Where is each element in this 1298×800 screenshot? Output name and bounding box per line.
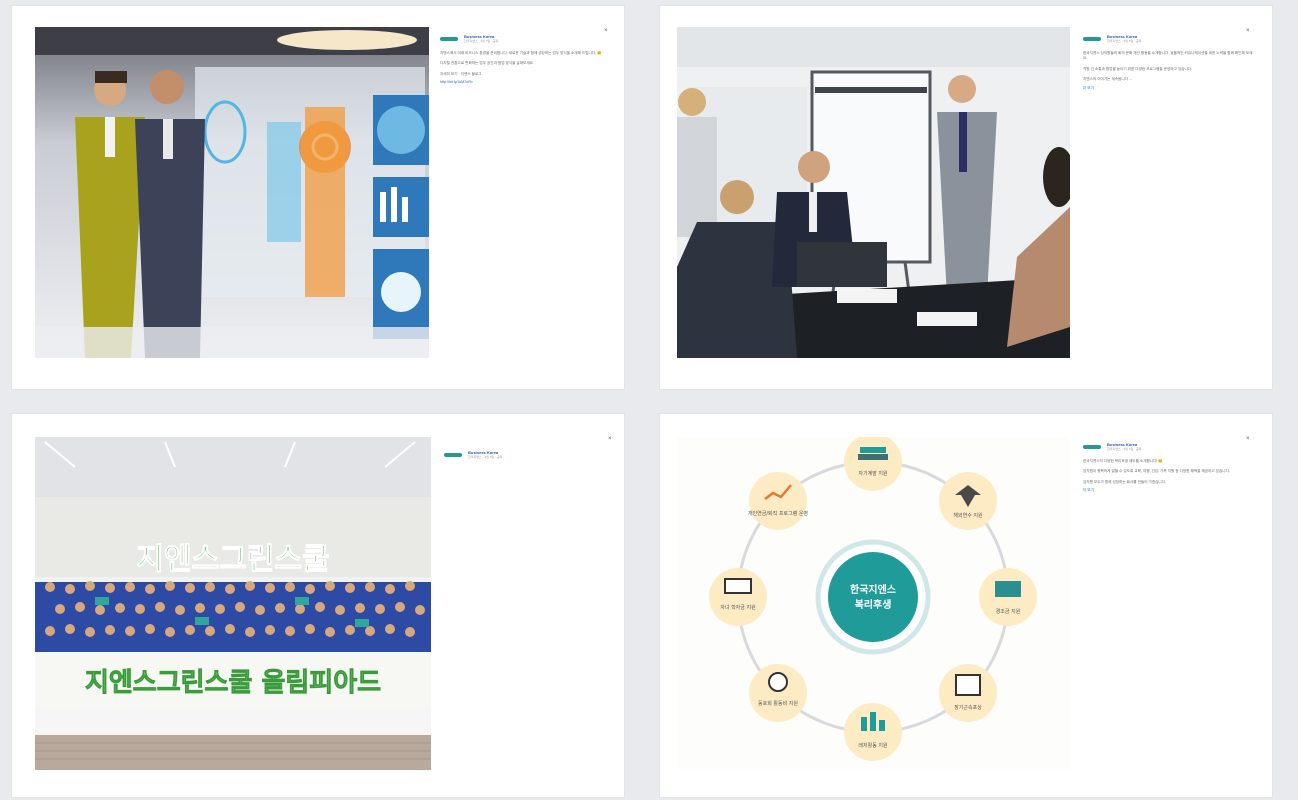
close-icon[interactable]: × [1246,436,1250,442]
post-sidebar: Business Korea 한국지엔스 · 3월 3일 · 공유 [444,450,614,459]
node-label: 해외연수 지원 [953,512,983,519]
close-icon[interactable]: × [1246,28,1250,34]
banner-bottom-text: 지엔스그린스쿨 올림피아드 [85,668,381,698]
post-text: 임직원이 행복하게 일할 수 있도록 교육, 여행, 건강, 가족 지원 등 다… [1083,469,1230,474]
post-meta: 한국지엔스 · 3월 3일 · 공유 [468,455,503,459]
see-more-link[interactable]: 더 보기 [1083,488,1253,493]
post-card-4: 한국지엔스 복리후생 자기계발 지원 해외연수 지원 경조금 지원 장기근속포상… [660,414,1272,797]
post-header: Business Korea 한국지엔스 · 3월 3일 · 공유 [444,450,614,459]
brand-logo [1083,445,1101,449]
welfare-node-self-development: 자기계발 지원 [844,437,902,491]
welfare-node-leisure: 레저활동 지원 [844,703,902,761]
node-label: 동호회 활동비 지원 [758,700,798,707]
post-text: 디지털 전환으로 변화하는 업무 공간과 협업 방식을 살펴보세요. [440,61,534,66]
brand-logo [440,37,458,41]
post-meta: 한국지엔스 · 3월 7일 · 공유 [464,39,499,43]
center-label-line1: 한국지엔스 [850,583,896,596]
welfare-node-tuition: 자녀 학자금 지원 [709,568,767,626]
illustration [35,27,429,358]
brand-logo [1083,37,1101,41]
welfare-diagram: 한국지엔스 복리후생 자기계발 지원 해외연수 지원 경조금 지원 장기근속포상… [709,437,1037,761]
post-meta: 한국지엔스 · 3월 1일 · 공유 [1107,447,1142,451]
center-hub [828,552,918,642]
post-card-2: Business Korea 한국지엔스 · 3월 5일 · 공유 한국지엔스 … [660,6,1272,389]
sports-icon [768,672,788,692]
welfare-node-long-service: 장기근속포상 [939,664,997,722]
money-icon [995,581,1021,597]
post-header: Business Korea 한국지엔스 · 3월 5일 · 공유 [1083,34,1253,43]
node-label: 개인연금/퇴직 프로그램 운영 [748,510,808,517]
post-text: 임직원 모두가 함께 성장하는 회사를 만들어 가겠습니다. [1083,479,1167,484]
post-text: 자세히 보기 · 지엔스 블로그 [440,71,482,76]
post-sidebar: Business Korea 한국지엔스 · 3월 1일 · 공유 한국지엔스의… [1083,442,1253,493]
close-icon[interactable]: × [604,28,608,34]
brand-logo [444,453,462,457]
post-text: 한국지엔스의 다양한 복리후생 제도를 소개합니다! 😊 [1083,459,1163,463]
post-sidebar: Business Korea 한국지엔스 · 3월 5일 · 공유 한국지엔스 … [1083,34,1253,91]
calendar-icon [955,674,981,696]
post-card-3: 지엔스그린스쿨 지엔스그린스쿨 올림피아드 Business Korea 한국지… [12,414,624,797]
node-label: 장기근속포상 [954,704,982,711]
post-image-office-presentation[interactable] [677,27,1070,358]
post-text: 지엔스에서 미래 비즈니스 환경을 준비합니다. 새로운 기술과 함께 성장하는… [440,51,602,55]
node-label: 자녀 학자금 지원 [720,604,756,611]
photo: 지엔스그린스쿨 지엔스그린스쿨 올림피아드 [35,437,431,770]
see-more-link[interactable]: 더 보기 [1083,86,1253,91]
post-header: Business Korea 한국지엔스 · 3월 1일 · 공유 [1083,442,1253,451]
post-text: 한국지엔스 임직원들의 회의 문화 개선 활동을 소개합니다. 효율적인 커뮤니… [1083,51,1253,61]
post-image-welfare-diagram[interactable]: 한국지엔스 복리후생 자기계발 지원 해외연수 지원 경조금 지원 장기근속포상… [677,437,1070,770]
post-meta: 한국지엔스 · 3월 5일 · 공유 [1107,39,1142,43]
welfare-node-pension: 개인연금/퇴직 프로그램 운영 [748,472,808,530]
post-image-green-school-group-photo[interactable]: 지엔스그린스쿨 지엔스그린스쿨 올림피아드 [35,437,431,770]
banner-top-text: 지엔스그린스쿨 [136,542,329,577]
post-image-futuristic-meeting[interactable] [35,27,429,358]
welfare-node-overseas-training: 해외연수 지원 [939,472,997,530]
node-label: 레저활동 지원 [858,742,888,749]
node-label: 경조금 지원 [996,608,1021,615]
welfare-node-condolence-money: 경조금 지원 [979,568,1037,626]
post-text: 직원 간 소통과 협업을 높이기 위한 다양한 프로그램을 운영하고 있습니다. [1083,66,1193,71]
post-text: 지엔스의 이야기는 계속됩니다 … [1083,77,1133,82]
post-header: Business Korea 한국지엔스 · 3월 7일 · 공유 [440,34,610,43]
post-link[interactable]: http://bit.ly/1kM7uPb [440,80,610,84]
post-card-1: Business Korea 한국지엔스 · 3월 7일 · 공유 지엔스에서 … [12,6,624,389]
welfare-node-club-activity: 동호회 활동비 지원 [749,664,807,722]
photo [677,27,1070,358]
node-label: 자기계발 지원 [858,470,888,477]
center-label-line2: 복리후생 [855,598,892,611]
school-icon [724,578,752,594]
close-icon[interactable]: × [608,436,612,442]
post-sidebar: Business Korea 한국지엔스 · 3월 7일 · 공유 지엔스에서 … [440,34,610,84]
